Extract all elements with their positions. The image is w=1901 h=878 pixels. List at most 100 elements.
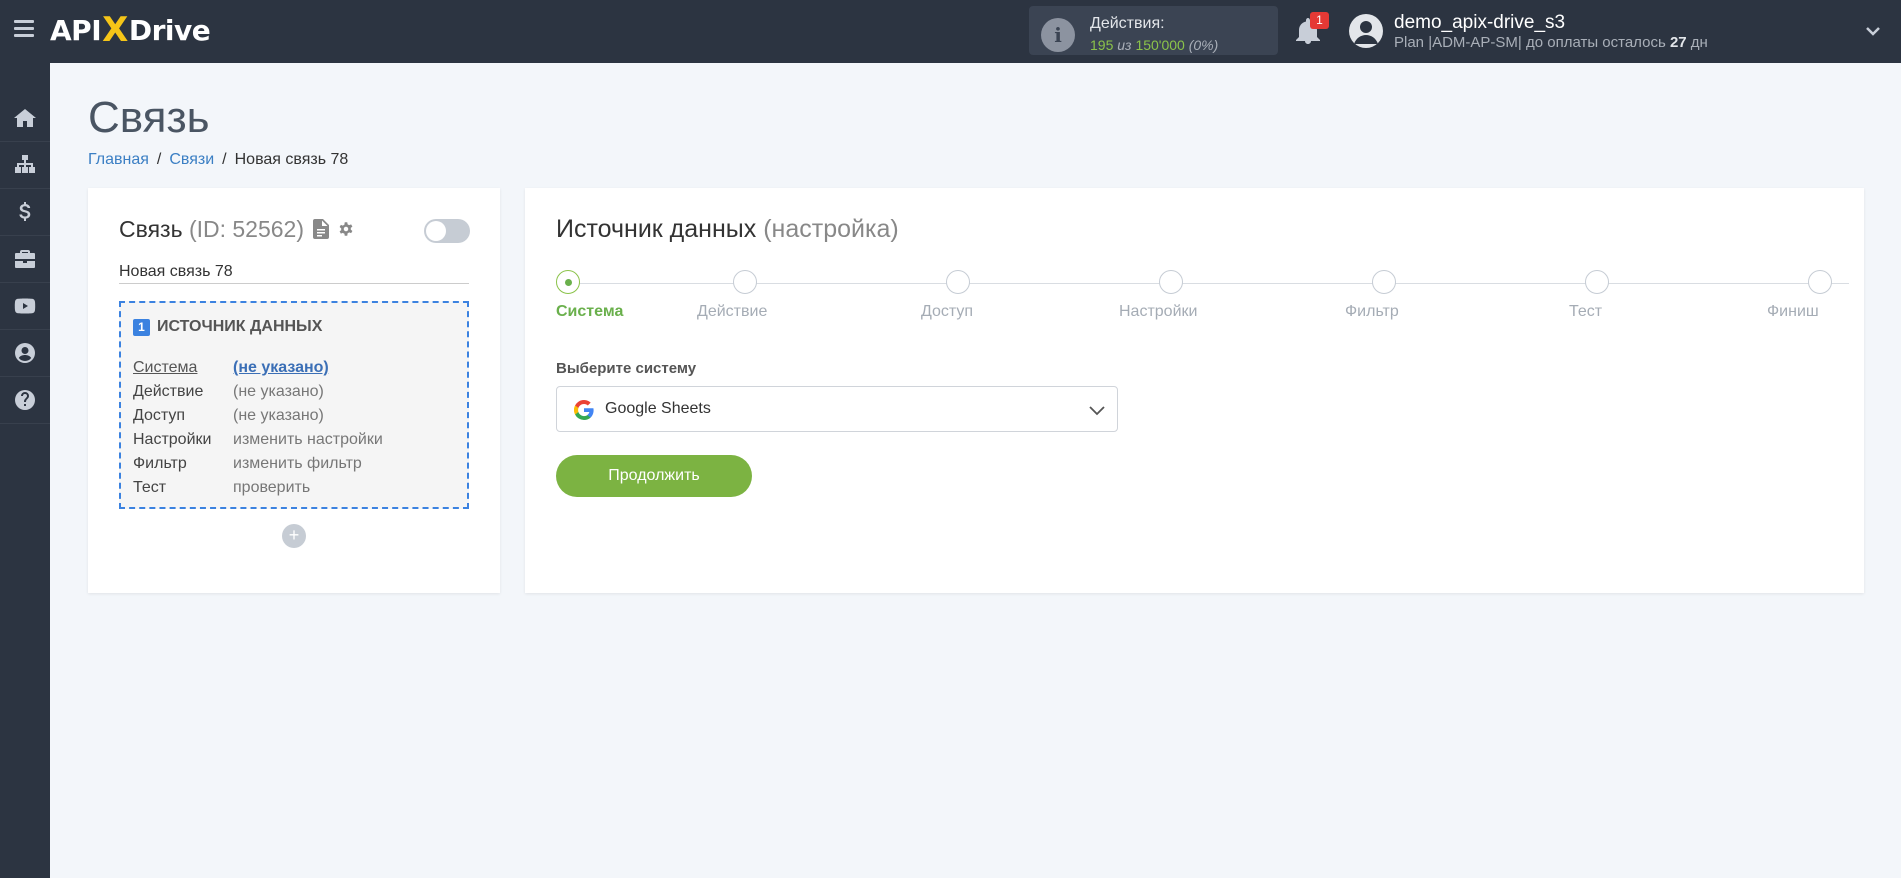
user-icon <box>15 343 35 363</box>
briefcase-icon <box>15 250 35 268</box>
actions-used: 195 <box>1090 37 1114 53</box>
user-name[interactable]: demo_apix-drive_s3 <box>1394 12 1565 34</box>
home-icon <box>14 109 36 127</box>
google-icon <box>574 400 594 420</box>
continue-button[interactable]: Продолжить <box>556 455 752 497</box>
logo[interactable]: API X Drive <box>50 10 211 50</box>
notification-badge: 1 <box>1310 12 1329 29</box>
document-icon[interactable] <box>312 219 330 239</box>
step-dot <box>733 270 757 294</box>
source-row-filter: Фильтр изменить фильтр <box>133 452 383 476</box>
actions-counter: i Действия: 195 из 150'000 (0%) <box>1029 6 1278 55</box>
add-block-button[interactable]: + <box>282 524 306 548</box>
source-row-access: Доступ (не указано) <box>133 404 383 428</box>
source-row-settings: Настройки изменить настройки <box>133 428 383 452</box>
plan-days-unit: дн <box>1690 34 1708 51</box>
source-row-key: Доступ <box>133 407 186 424</box>
connection-name-input[interactable] <box>119 260 469 284</box>
page-title: Связь <box>88 93 210 142</box>
actions-value: 195 из 150'000 (0%) <box>1090 37 1218 53</box>
breadcrumb-separator: / <box>156 151 162 168</box>
dollar-icon <box>19 202 31 221</box>
source-row-value: проверить <box>233 479 311 496</box>
source-row-system: Система (не указано) <box>133 356 383 380</box>
youtube-icon <box>14 298 36 314</box>
setup-title: Источник данных (настройка) <box>556 215 899 244</box>
step-dot <box>1159 270 1183 294</box>
actions-label: Действия: <box>1090 15 1165 32</box>
breadcrumb: Главная / Связи / Новая связь 78 <box>88 151 348 169</box>
source-row-test: Тест проверить <box>133 476 383 500</box>
step-label: Доступ <box>921 303 974 320</box>
logo-text-api: API <box>50 13 102 47</box>
help-icon <box>15 390 35 410</box>
source-row-value: (не указано) <box>233 383 324 400</box>
sidebar-item-billing[interactable] <box>0 189 50 236</box>
sidebar-item-video[interactable] <box>0 283 50 330</box>
source-row-key: Настройки <box>133 431 212 448</box>
source-row-key: Действие <box>133 383 204 400</box>
source-header: 1 ИСТОЧНИК ДАННЫХ <box>133 318 322 336</box>
setup-title-text: Источник данных <box>556 215 757 243</box>
plan-days: 27 <box>1669 34 1687 51</box>
step-dot <box>1585 270 1609 294</box>
steps-line <box>569 283 1849 284</box>
info-icon: i <box>1041 18 1075 52</box>
source-number-badge: 1 <box>133 318 150 336</box>
step-dot <box>1372 270 1396 294</box>
menu-icon[interactable] <box>14 20 34 38</box>
avatar[interactable] <box>1349 14 1383 48</box>
sidebar <box>0 63 50 878</box>
source-rows: Система (не указано) Действие (не указан… <box>133 356 383 500</box>
actions-sep: из <box>1117 37 1132 53</box>
source-row-key[interactable]: Система <box>133 359 233 377</box>
logo-x: X <box>102 10 128 50</box>
sidebar-item-home[interactable] <box>0 95 50 142</box>
system-select[interactable]: Google Sheets <box>556 386 1118 432</box>
plan-text: Plan |ADM-AP-SM| до оплаты осталось <box>1394 34 1666 51</box>
select-value: Google Sheets <box>605 400 711 417</box>
setup-card: Источник данных (настройка) Система Дейс… <box>525 188 1864 593</box>
user-plan: Plan |ADM-AP-SM| до оплаты осталось 27 д… <box>1394 34 1708 51</box>
step-label: Система <box>556 303 624 320</box>
step-dot <box>556 270 580 294</box>
breadcrumb-home[interactable]: Главная <box>88 151 149 168</box>
select-system-label: Выберите систему <box>556 360 697 377</box>
breadcrumb-current: Новая связь 78 <box>234 151 349 168</box>
connection-id: (ID: 52562) <box>188 216 305 242</box>
actions-total: 150'000 <box>1135 37 1185 53</box>
sidebar-item-connections[interactable] <box>0 142 50 189</box>
step-label: Финиш <box>1767 303 1819 320</box>
step-label: Настройки <box>1119 303 1198 320</box>
sitemap-icon <box>15 155 35 173</box>
step-label: Тест <box>1569 303 1603 320</box>
step-dot <box>946 270 970 294</box>
sidebar-item-profile[interactable] <box>0 330 50 377</box>
source-row-key: Фильтр <box>133 455 187 472</box>
source-row-value: изменить настройки <box>233 431 383 448</box>
step-dot <box>1808 270 1832 294</box>
source-block[interactable]: 1 ИСТОЧНИК ДАННЫХ Система (не указано) Д… <box>119 301 469 509</box>
setup-subtitle: (настройка) <box>763 215 899 243</box>
source-row-value: (не указано) <box>233 407 324 424</box>
breadcrumb-separator: / <box>222 151 227 168</box>
user-avatar-icon <box>1354 21 1378 44</box>
connection-card: Связь (ID: 52562) 1 ИСТОЧНИК ДАННЫХ Сист… <box>88 188 500 593</box>
source-title: ИСТОЧНИК ДАННЫХ <box>157 318 323 335</box>
sidebar-item-help[interactable] <box>0 377 50 424</box>
source-row-value[interactable]: (не указано) <box>233 359 329 377</box>
sidebar-item-tools[interactable] <box>0 236 50 283</box>
logo-text-drive: Drive <box>128 13 211 47</box>
step-label: Действие <box>697 303 768 320</box>
connection-icons <box>312 219 355 239</box>
chevron-down-icon <box>1089 406 1105 416</box>
connection-toggle[interactable] <box>424 219 470 243</box>
source-row-key: Тест <box>133 479 167 496</box>
source-row-value: изменить фильтр <box>233 455 362 472</box>
breadcrumb-connections[interactable]: Связи <box>169 151 214 168</box>
chevron-down-icon[interactable] <box>1866 24 1880 38</box>
connection-title: Связь (ID: 52562) <box>119 216 304 243</box>
actions-percent: (0%) <box>1188 37 1219 53</box>
source-row-action: Действие (не указано) <box>133 380 383 404</box>
gear-icon[interactable] <box>337 219 355 239</box>
